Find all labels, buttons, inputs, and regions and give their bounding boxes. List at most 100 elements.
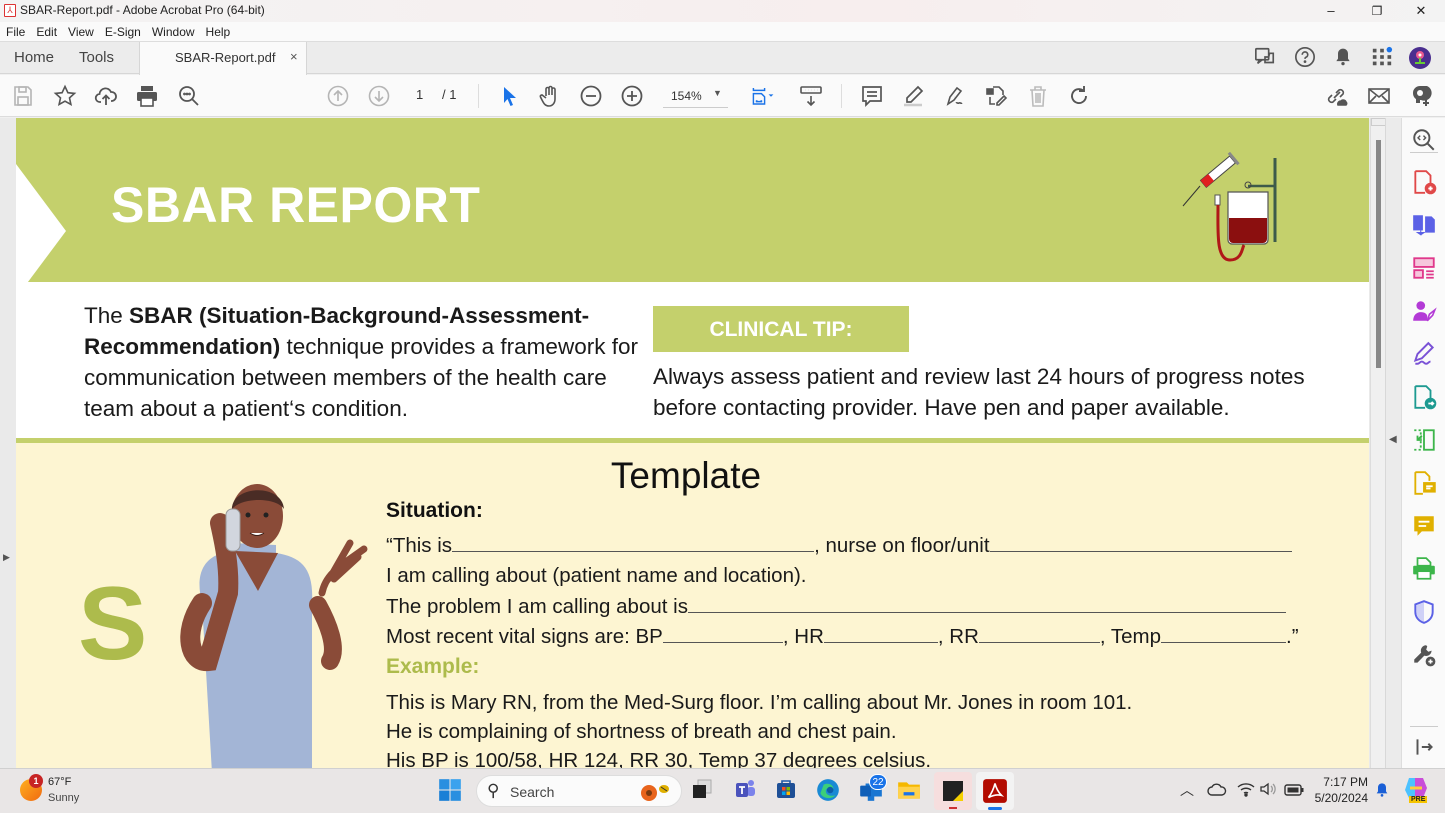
organize-pages-icon[interactable] [1411, 255, 1437, 281]
next-page-icon[interactable] [366, 83, 392, 109]
rotate-icon[interactable] [1066, 83, 1092, 109]
print-icon[interactable] [134, 83, 160, 109]
compress-pdf-icon[interactable] [1411, 427, 1437, 453]
page-number-input[interactable]: 1 [416, 87, 423, 102]
zoom-level-value: 154% [671, 89, 702, 103]
scrollbar-thumb[interactable] [1376, 140, 1381, 368]
line1-text-b: , nurse on floor/unit [814, 534, 990, 557]
taskbar-search-box[interactable]: ⚲ Search [476, 775, 682, 807]
search-text-icon[interactable] [176, 83, 202, 109]
edge-browser-icon[interactable] [815, 777, 845, 807]
tab-document[interactable]: SBAR-Report.pdf × [139, 42, 307, 75]
microsoft-store-icon[interactable] [774, 777, 804, 807]
problem-blank[interactable] [687, 595, 1286, 613]
print-production-icon[interactable] [1411, 556, 1437, 582]
comment-icon[interactable] [859, 83, 885, 109]
acrobat-taskbar-app[interactable] [976, 772, 1014, 810]
document-tab-label: SBAR-Report.pdf [175, 50, 276, 65]
fill-and-sign-icon[interactable] [1411, 341, 1437, 367]
create-pdf-icon[interactable] [1411, 169, 1437, 195]
menu-bar: File Edit View E-Sign Window Help [0, 22, 1445, 42]
tab-home[interactable]: Home [14, 42, 54, 74]
select-cursor-icon[interactable] [496, 83, 522, 109]
page-fit-icon[interactable] [745, 83, 781, 109]
rr-blank[interactable] [978, 625, 1100, 643]
request-signature-icon[interactable] [1411, 298, 1437, 324]
bp-blank[interactable] [662, 625, 783, 643]
search-highlight-flower-icon [637, 781, 673, 803]
feedback-icon[interactable] [1252, 46, 1278, 70]
add-user-share-icon[interactable] [1407, 83, 1433, 109]
vitals-bp-label: Most recent vital signs are: BP [386, 625, 663, 648]
combine-files-icon[interactable] [1411, 384, 1437, 410]
weather-desc[interactable]: Sunny [48, 792, 79, 804]
maximize-button[interactable]: ❐ [1354, 0, 1400, 22]
zoom-level-dropdown[interactable]: 154% ▼ [663, 84, 728, 108]
teams-icon[interactable] [733, 777, 763, 807]
weather-temp[interactable]: 67°F [48, 776, 71, 788]
scroll-mode-icon[interactable] [798, 83, 824, 109]
minimize-button[interactable]: – [1308, 0, 1354, 22]
example-line: His BP is 100/58, HR 124, RR 30, Temp 37… [386, 749, 932, 768]
name-blank[interactable] [452, 534, 815, 552]
share-link-icon[interactable] [1323, 83, 1349, 109]
pdf-page: SBAR REPORT The SBAR (Situation-Backgrou… [16, 118, 1369, 768]
save-icon[interactable] [10, 83, 36, 109]
delete-trash-icon[interactable] [1025, 83, 1051, 109]
left-panel-toggle[interactable]: ▶ [3, 552, 10, 563]
scroll-up-arrow[interactable] [1371, 118, 1386, 126]
help-icon[interactable] [1292, 46, 1318, 70]
notifications-bell-icon[interactable] [1330, 46, 1356, 70]
highlight-icon[interactable] [900, 83, 926, 109]
apps-grid-icon[interactable] [1369, 46, 1395, 70]
copilot-icon[interactable]: PRE [1403, 776, 1429, 806]
more-tools-wrench-icon[interactable] [1411, 642, 1437, 668]
weather-badge: 1 [29, 774, 43, 788]
close-window-button[interactable]: ✕ [1398, 0, 1444, 22]
right-panel-toggle[interactable]: ◀ [1389, 434, 1397, 445]
tab-tools[interactable]: Tools [79, 42, 114, 74]
notification-bell-icon[interactable] [1374, 781, 1390, 804]
fill-sign-icon[interactable] [941, 83, 967, 109]
export-pdf-icon[interactable] [1411, 212, 1437, 238]
battery-icon[interactable] [1284, 783, 1304, 801]
temp-blank[interactable] [1161, 625, 1287, 643]
start-windows-icon[interactable] [437, 777, 467, 807]
email-icon[interactable] [1366, 83, 1392, 109]
add-comments-pdf-icon[interactable] [1411, 470, 1437, 496]
file-explorer-icon[interactable] [896, 777, 926, 807]
volume-icon[interactable] [1259, 781, 1277, 802]
cloud-upload-icon[interactable] [93, 83, 119, 109]
previous-page-icon[interactable] [325, 83, 351, 109]
protect-shield-icon[interactable] [1411, 599, 1437, 625]
menu-view[interactable]: View [62, 22, 99, 39]
zoom-search-icon[interactable] [1411, 127, 1437, 153]
hr-blank[interactable] [823, 625, 938, 643]
onedrive-cloud-icon[interactable] [1207, 782, 1227, 801]
collapse-rail-icon[interactable] [1411, 734, 1437, 760]
vertical-scrollbar[interactable] [1370, 118, 1386, 768]
clock-time[interactable]: 7:17 PM [1310, 775, 1368, 789]
menu-edit[interactable]: Edit [30, 22, 62, 39]
show-hidden-icons-chevron[interactable]: ︿ [1180, 780, 1194, 800]
menu-help[interactable]: Help [200, 22, 236, 39]
hand-tool-icon[interactable] [537, 83, 563, 109]
zoom-in-icon[interactable] [619, 83, 645, 109]
unit-blank[interactable] [989, 534, 1292, 552]
chevron-down-icon: ▼ [713, 88, 722, 98]
vitals-temp-label: , Temp [1099, 625, 1162, 648]
task-view-icon[interactable] [690, 777, 720, 807]
line3-text: The problem I am calling about is [386, 595, 688, 618]
edit-pdf-icon[interactable] [983, 83, 1009, 109]
wifi-icon[interactable] [1237, 781, 1255, 802]
bookmark-star-icon[interactable] [52, 83, 78, 109]
menu-esign[interactable]: E-Sign [99, 22, 146, 39]
comment-tool-icon[interactable] [1411, 513, 1437, 539]
clock-date[interactable]: 5/20/2024 [1306, 791, 1368, 805]
close-tab-button[interactable]: × [290, 49, 298, 64]
sticky-notes-app[interactable] [934, 772, 972, 810]
user-avatar[interactable] [1407, 46, 1433, 70]
menu-file[interactable]: File [0, 22, 30, 39]
zoom-out-icon[interactable] [578, 83, 604, 109]
menu-window[interactable]: Window [146, 22, 200, 39]
